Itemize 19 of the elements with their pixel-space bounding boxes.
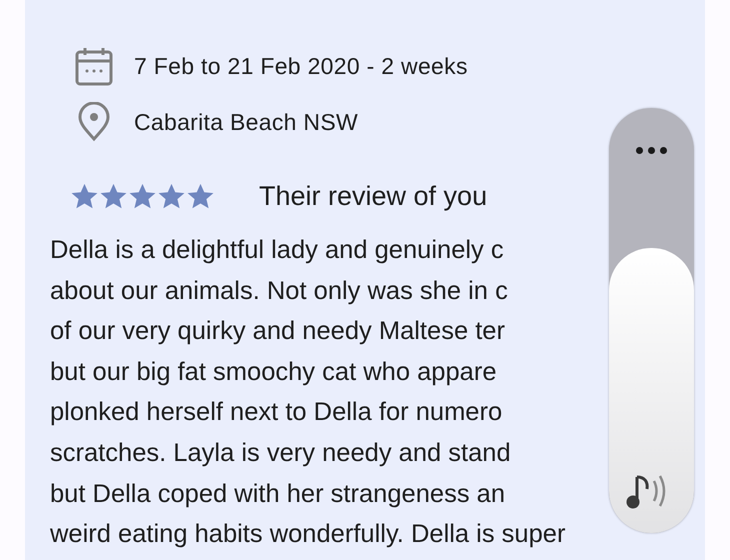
location-pin-icon: [77, 102, 111, 142]
review-text-line: weird eating habits wonderfully. Della is super: [50, 519, 566, 550]
review-text-line: but our big fat smoochy cat who appare: [50, 356, 497, 388]
review-text-line: plonked herself next to Della for numero: [50, 397, 502, 428]
review-text-line: of our very quirky and needy Maltese ter: [50, 316, 505, 348]
review-text-line: but Della coped with her strangeness an: [50, 478, 506, 510]
star-icon: [157, 182, 186, 210]
review-text-line: about our animals. Not only was she in c: [50, 276, 508, 307]
more-icon[interactable]: [635, 146, 668, 155]
star-icon: [70, 182, 99, 210]
calendar-icon: [75, 46, 113, 86]
booking-location: Cabarita Beach NSW: [134, 108, 358, 136]
review-title: Their review of you: [259, 180, 488, 212]
review-text-line: Della is a delightful lady and genuinely c: [50, 235, 504, 266]
star-icon: [128, 182, 157, 210]
star-icon: [99, 182, 128, 210]
review-text-line: scratches. Layla is very needy and stand: [50, 438, 511, 469]
booking-dates: 7 Feb to 21 Feb 2020 - 2 weeks: [134, 52, 468, 80]
star-icon: [186, 182, 215, 210]
